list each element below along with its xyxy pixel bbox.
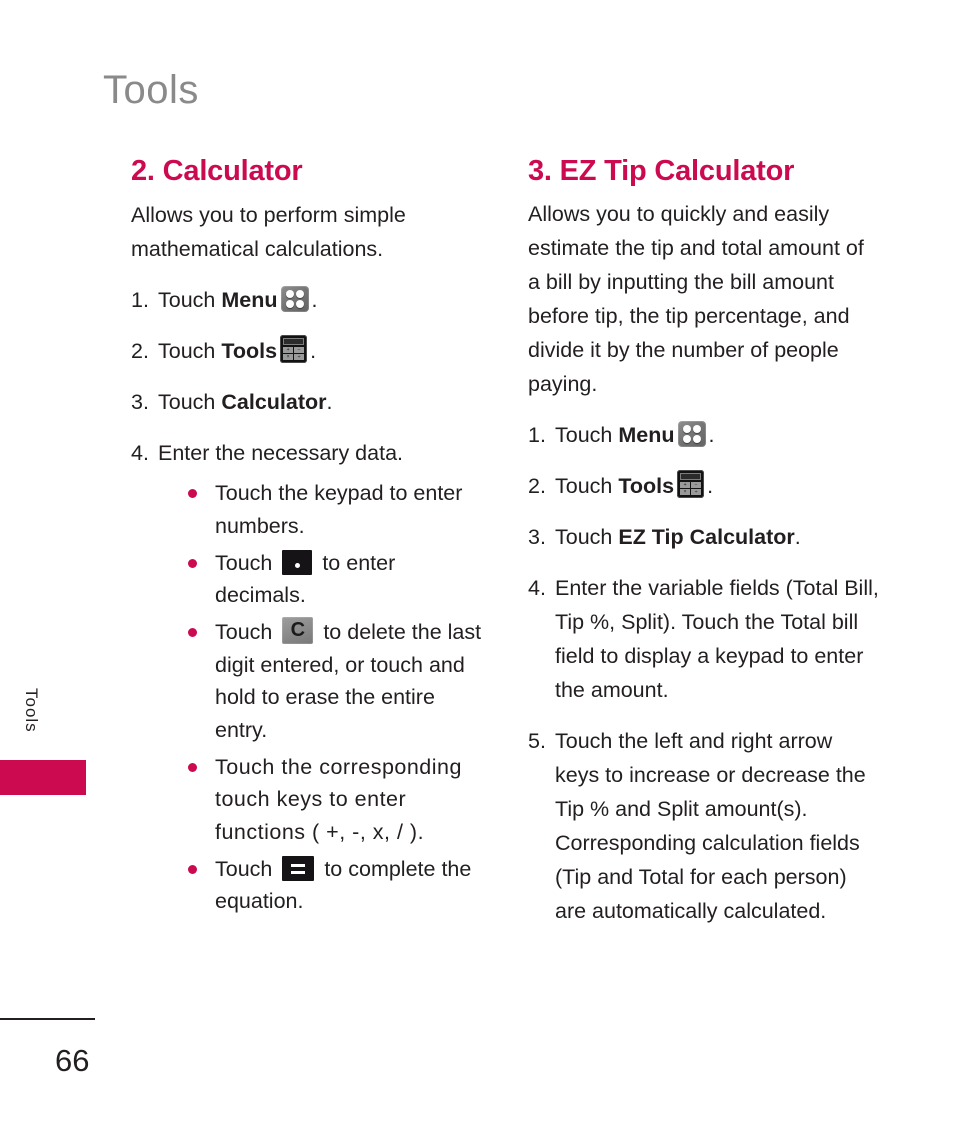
step-text-before: Touch the left and right arrow keys to i…: [555, 728, 866, 923]
key-multiply: ×: [680, 489, 691, 496]
key-divide: ÷: [691, 489, 702, 496]
tools-calculator-icon: + − × ÷: [280, 335, 308, 364]
key-plus: +: [680, 482, 691, 489]
left-column: 2. Calculator Allows you to perform simp…: [131, 155, 491, 935]
clear-key-letter: C: [290, 618, 306, 641]
step-bold-label: Menu: [618, 423, 675, 448]
list-item: Touch to enter decimals.: [188, 547, 491, 612]
bullet-text-before: Touch: [215, 550, 279, 575]
step-text-before: Enter the variable fields (Total Bill, T…: [555, 576, 879, 702]
ez-tip-steps-list: 1. Touch Menu. 2. Touch Tools + − × ÷. 3. Touch…: [528, 419, 880, 929]
step-text-before: Touch: [158, 339, 222, 364]
step-number: 5.: [528, 728, 546, 753]
tools-calculator-icon: + − × ÷: [677, 470, 705, 499]
bullet-text-before: Touch: [215, 856, 279, 881]
step-item: 4. Enter the variable fields (Total Bill,…: [528, 572, 880, 708]
ez-tip-intro: Allows you to quickly and easily estimat…: [528, 202, 864, 397]
equals-key-icon: [282, 855, 315, 881]
list-item: Touch to complete the equation.: [188, 853, 491, 918]
bullet-dot-icon: [188, 627, 197, 637]
key-divide: ÷: [294, 354, 305, 361]
bullet-dot-icon: [188, 864, 197, 874]
menu-icon: [280, 286, 309, 313]
step-number: 2.: [528, 474, 546, 499]
step-text-after: .: [326, 390, 333, 415]
key-plus: +: [283, 347, 294, 354]
side-tab-label: Tools: [22, 688, 41, 733]
bullet-text-before: Touch the keypad to enter numbers.: [215, 481, 463, 538]
step-text-before: Touch: [158, 390, 222, 415]
step-item: 1. Touch Menu.: [131, 284, 491, 318]
list-item: Touch the corresponding touch keys to en…: [188, 751, 491, 849]
step-item: 2. Touch Tools + − × ÷.: [528, 470, 880, 504]
step-text-after: .: [794, 525, 801, 550]
right-column: 3. EZ Tip Calculator Allows you to quick…: [528, 155, 880, 946]
footer-divider: [0, 1018, 95, 1020]
page-title: Tools: [103, 68, 199, 112]
step-text-after: .: [707, 474, 714, 499]
step-bold-label: EZ Tip Calculator: [618, 525, 795, 550]
bullet-dot-icon: [188, 558, 197, 568]
step-text-after: .: [708, 423, 715, 448]
list-item: Touch C to delete the last digit entered…: [188, 616, 491, 747]
list-item: Touch the keypad to enter numbers.: [188, 477, 491, 542]
calculator-bullet-list: Touch the keypad to enter numbers. Touch…: [158, 477, 491, 918]
menu-icon: [677, 421, 706, 448]
clear-key-icon: C: [282, 616, 314, 644]
step-number: 4.: [131, 441, 149, 466]
calculator-keys: + − × ÷: [680, 482, 702, 496]
side-tab-marker: [0, 760, 86, 795]
step-text-before: Touch: [555, 423, 619, 448]
step-item: 2. Touch Tools + − × ÷.: [131, 335, 491, 369]
section-title-ez-tip-calculator: 3. EZ Tip Calculator: [528, 155, 795, 187]
calculator-display: [283, 338, 305, 346]
step-text-before: Enter the necessary data.: [158, 441, 404, 466]
step-bold-label: Menu: [221, 288, 278, 313]
step-item: 4. Enter the necessary data. Touch the ke…: [131, 437, 491, 918]
calculator-display: [680, 473, 702, 481]
step-number: 3.: [528, 525, 546, 550]
section-title-calculator: 2. Calculator: [131, 155, 303, 187]
bullet-dot-icon: [188, 762, 197, 772]
calculator-steps-list: 1. Touch Menu. 2. Touch Tools + − × ÷. 3. Touch…: [131, 284, 491, 918]
step-bold-label: Calculator: [221, 390, 327, 415]
key-minus: −: [294, 347, 305, 354]
calculator-intro: Allows you to perform simple mathematica…: [131, 203, 406, 262]
step-number: 1.: [131, 288, 149, 313]
key-multiply: ×: [283, 354, 294, 361]
page-number: 66: [55, 1043, 90, 1078]
bullet-dot-icon: [188, 489, 197, 499]
step-number: 2.: [131, 339, 149, 364]
step-text-after: .: [311, 288, 318, 313]
step-number: 3.: [131, 390, 149, 415]
step-item: 5. Touch the left and right arrow keys to…: [528, 725, 880, 929]
decimal-point-key-icon: [282, 549, 313, 575]
key-minus: −: [691, 482, 702, 489]
step-text-before: Touch: [555, 474, 619, 499]
calculator-keys: + − × ÷: [283, 347, 305, 361]
step-text-before: Touch: [555, 525, 619, 550]
bullet-text-before: Touch the corresponding touch keys to en…: [215, 754, 462, 844]
step-bold-label: Tools: [221, 339, 278, 364]
step-text-after: .: [310, 339, 317, 364]
step-item: 3. Touch EZ Tip Calculator.: [528, 521, 880, 555]
step-bold-label: Tools: [618, 474, 675, 499]
step-item: 1. Touch Menu.: [528, 419, 880, 453]
step-number: 1.: [528, 423, 546, 448]
step-item: 3. Touch Calculator.: [131, 386, 491, 420]
step-text-before: Touch: [158, 288, 222, 313]
step-number: 4.: [528, 576, 546, 601]
bullet-text-before: Touch: [215, 619, 279, 644]
